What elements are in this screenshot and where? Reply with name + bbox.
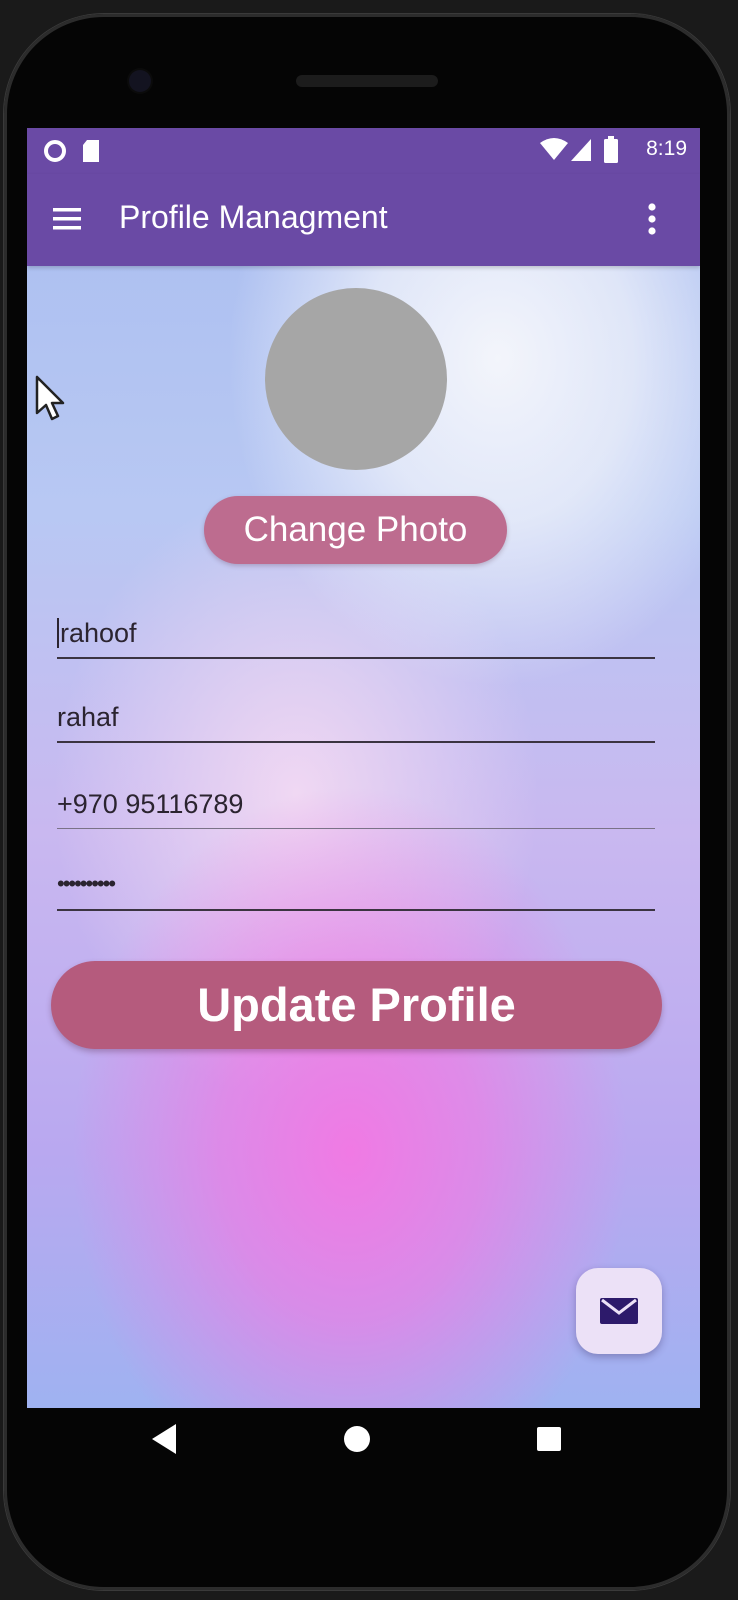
text-cursor bbox=[57, 618, 59, 648]
password-field[interactable]: •••••••••• bbox=[57, 855, 655, 911]
password-value: •••••••••• bbox=[57, 871, 116, 896]
phone-value: +970 95116789 bbox=[57, 789, 244, 819]
status-time: 8:19 bbox=[646, 137, 687, 160]
battery-icon bbox=[603, 136, 619, 169]
profile-avatar bbox=[265, 288, 447, 470]
mail-icon bbox=[600, 1298, 638, 1324]
circle-status-icon bbox=[43, 139, 67, 168]
app-bar: Profile Managment bbox=[27, 174, 700, 266]
update-profile-button[interactable]: Update Profile bbox=[51, 961, 662, 1049]
front-camera bbox=[129, 70, 151, 92]
last-name-value: rahaf bbox=[57, 702, 119, 732]
signal-icon bbox=[570, 138, 592, 167]
home-icon[interactable] bbox=[342, 1422, 372, 1461]
earpiece-speaker bbox=[296, 75, 438, 87]
back-icon[interactable] bbox=[150, 1422, 180, 1461]
phone-field[interactable]: +970 95116789 bbox=[57, 773, 655, 829]
mouse-pointer-icon bbox=[35, 375, 65, 426]
last-name-field[interactable]: rahaf bbox=[57, 687, 655, 743]
hamburger-menu-icon[interactable] bbox=[51, 204, 85, 234]
sd-card-icon bbox=[81, 139, 101, 168]
status-bar: 8:19 bbox=[27, 128, 700, 174]
mail-fab[interactable] bbox=[576, 1268, 662, 1354]
first-name-value: rahoof bbox=[57, 618, 137, 649]
change-photo-button[interactable]: Change Photo bbox=[204, 496, 507, 564]
first-name-text: rahoof bbox=[60, 618, 137, 648]
more-vert-icon[interactable] bbox=[639, 198, 665, 240]
first-name-field[interactable]: rahoof bbox=[57, 603, 655, 659]
recents-icon[interactable] bbox=[534, 1422, 564, 1461]
app-screen: 8:19 Profile Managment Change Photo raho… bbox=[27, 128, 700, 1408]
wifi-icon bbox=[539, 137, 569, 166]
app-title: Profile Managment bbox=[119, 199, 388, 235]
system-nav-bar bbox=[27, 1408, 700, 1478]
